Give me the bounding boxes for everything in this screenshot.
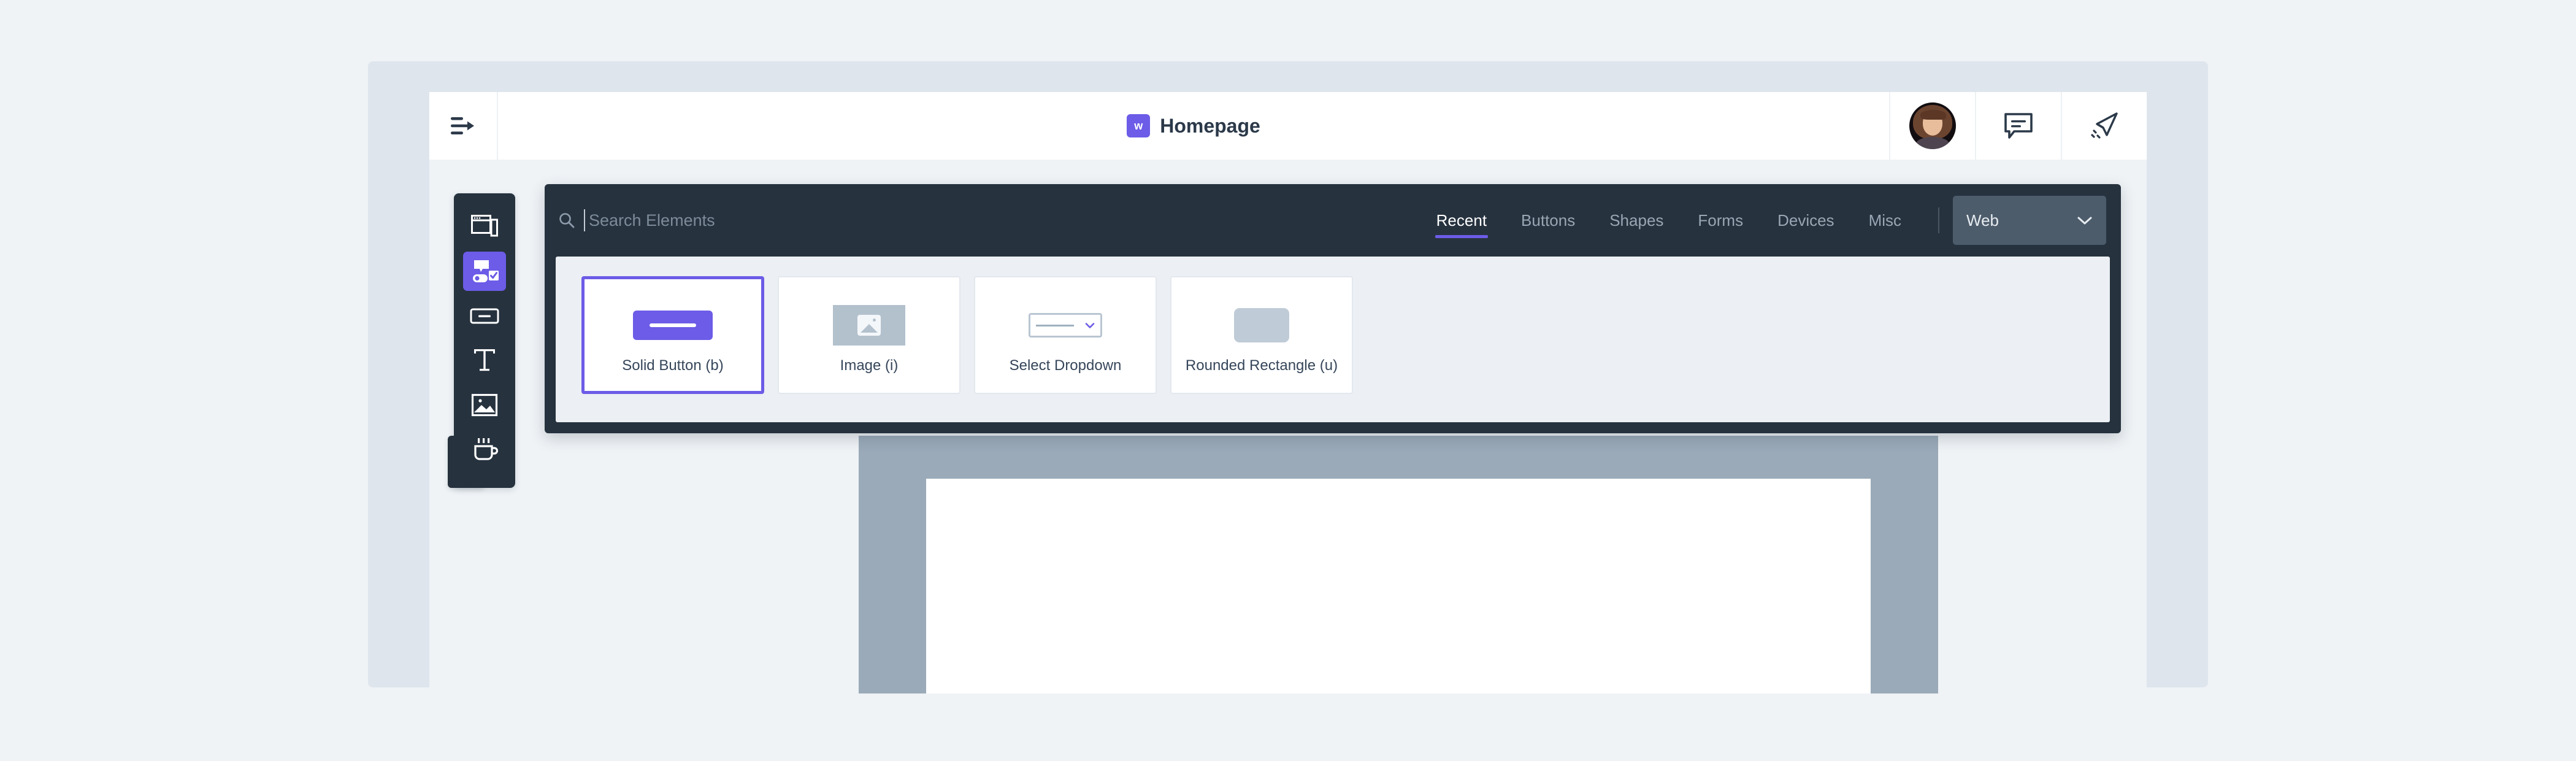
sidebar-item-assets[interactable] [463, 430, 506, 469]
chevron-down-icon [2077, 217, 2092, 225]
tab-misc[interactable]: Misc [1852, 208, 1919, 233]
platform-select-value: Web [1966, 211, 1999, 230]
search-field-group[interactable] [558, 184, 1419, 257]
elements-results-grid: Solid Button (b) Image (i) Select Dropdo… [556, 257, 2110, 422]
search-icon [559, 213, 575, 228]
preview-rounded-rectangle [1234, 296, 1289, 355]
elements-icon [473, 260, 499, 282]
menu-toggle-button[interactable] [429, 92, 498, 160]
chevron-down-icon [1085, 322, 1095, 328]
publish-button[interactable] [2061, 92, 2147, 160]
element-card-image[interactable]: Image (i) [778, 276, 960, 394]
avatar[interactable] [1889, 92, 1975, 160]
comment-icon [2004, 113, 2033, 139]
document-badge: w [1127, 114, 1151, 137]
browser-windows-icon [471, 215, 498, 237]
element-card-label: Image (i) [840, 357, 899, 374]
element-card-label: Solid Button (b) [622, 357, 724, 374]
element-card-rounded-rectangle[interactable]: Rounded Rectangle (u) [1170, 276, 1353, 394]
coffee-cup-icon [474, 438, 498, 460]
avatar-image [1909, 102, 1956, 149]
tab-devices[interactable]: Devices [1760, 208, 1851, 233]
element-card-select-dropdown[interactable]: Select Dropdown [974, 276, 1157, 394]
canvas-page-surface[interactable] [926, 479, 1871, 693]
text-cursor [584, 209, 585, 231]
menu-arrow-right-icon [451, 117, 474, 134]
elements-modal-toolbar: Recent Buttons Shapes Forms Devices Misc… [545, 184, 2121, 257]
element-card-label: Select Dropdown [1009, 357, 1122, 374]
image-icon [471, 393, 498, 417]
preview-image [833, 296, 905, 355]
sidebar-item-text[interactable] [463, 341, 506, 381]
sidebar-item-image[interactable] [463, 385, 506, 425]
left-toolbar [454, 193, 515, 488]
button-icon [470, 308, 499, 324]
sidebar-item-pages[interactable] [463, 207, 506, 247]
sidebar-item-button[interactable] [463, 296, 506, 336]
search-input[interactable] [589, 211, 1419, 230]
screenshot-root: w Homepage Search Elements Recent Button… [0, 0, 2576, 761]
page-title: Homepage [1160, 114, 1260, 137]
preview-select-dropdown [1029, 296, 1102, 355]
document-title-group[interactable]: w Homepage [498, 92, 1889, 160]
send-paper-plane-icon [2091, 112, 2118, 139]
comments-button[interactable] [1975, 92, 2061, 160]
app-topbar: w Homepage [429, 92, 2147, 160]
tab-shapes[interactable]: Shapes [1592, 208, 1681, 233]
toolbar-divider [1938, 207, 1939, 233]
elements-picker-modal: Recent Buttons Shapes Forms Devices Misc… [545, 184, 2121, 433]
tab-forms[interactable]: Forms [1681, 208, 1760, 233]
platform-select[interactable]: Web [1953, 196, 2106, 245]
tab-buttons[interactable]: Buttons [1504, 208, 1592, 233]
tab-recent[interactable]: Recent [1419, 208, 1504, 238]
element-card-solid-button[interactable]: Solid Button (b) [581, 276, 764, 394]
elements-modal-tabs: Recent Buttons Shapes Forms Devices Misc [1419, 208, 1919, 238]
text-t-icon [474, 349, 495, 371]
preview-solid-button [633, 296, 713, 355]
sidebar-item-elements[interactable] [463, 251, 506, 292]
element-card-label: Rounded Rectangle (u) [1185, 357, 1338, 374]
